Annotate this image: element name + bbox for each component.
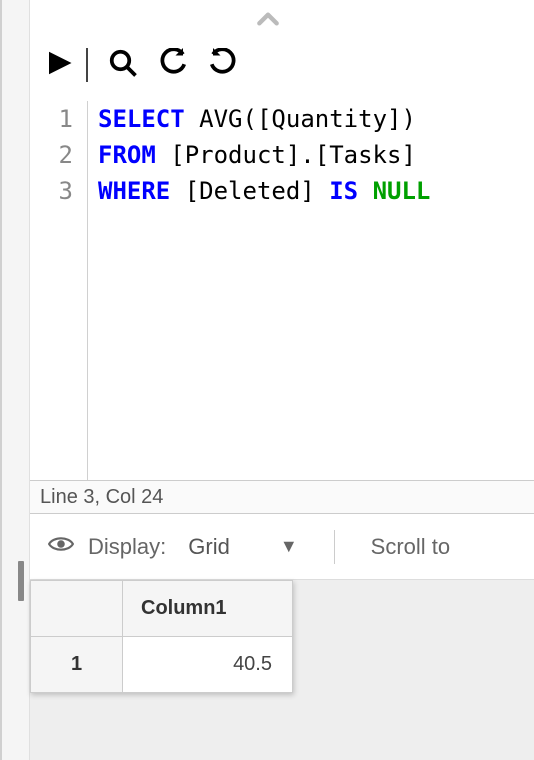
grid-corner — [31, 581, 123, 637]
undo-button[interactable] — [158, 48, 188, 83]
row-header: 1 — [31, 637, 123, 693]
results-toolbar: Display: Grid ▼ Scroll to — [30, 514, 534, 580]
eye-icon — [48, 534, 74, 560]
chevron-down-icon[interactable]: ▼ — [280, 536, 298, 557]
line-number-gutter: 123 — [30, 101, 88, 480]
main-panel: 123 SELECT AVG([Quantity])FROM [Product]… — [30, 0, 534, 760]
results-grid-area: Column1 1 40.5 — [30, 580, 534, 760]
toolbar-separator — [86, 48, 88, 82]
display-mode-select[interactable]: Grid — [188, 534, 230, 560]
line-number: 3 — [30, 173, 73, 209]
table-row[interactable]: 1 40.5 — [31, 637, 293, 693]
cursor-position: Line 3, Col 24 — [40, 486, 163, 509]
resize-handle[interactable] — [18, 561, 24, 601]
code-area[interactable]: SELECT AVG([Quantity])FROM [Product].[Ta… — [88, 101, 430, 480]
column-header[interactable]: Column1 — [123, 581, 293, 637]
scroll-to-button[interactable]: Scroll to — [371, 534, 450, 560]
find-button[interactable] — [108, 48, 138, 83]
editor-toolbar — [30, 36, 534, 94]
display-mode-value: Grid — [188, 534, 230, 559]
toolbar-separator — [334, 530, 335, 564]
status-bar: Line 3, Col 24 — [30, 480, 534, 514]
run-button[interactable] — [44, 48, 74, 83]
results-grid[interactable]: Column1 1 40.5 — [30, 580, 293, 693]
redo-button[interactable] — [208, 48, 238, 83]
sql-editor[interactable]: 123 SELECT AVG([Quantity])FROM [Product]… — [30, 94, 534, 480]
code-line[interactable]: WHERE [Deleted] IS NULL — [98, 173, 430, 209]
redo-icon — [208, 48, 238, 83]
line-number: 1 — [30, 101, 73, 137]
undo-icon — [158, 48, 188, 83]
grid-cell[interactable]: 40.5 — [123, 637, 293, 693]
display-label: Display: — [88, 534, 166, 560]
search-icon — [108, 48, 138, 83]
code-line[interactable]: SELECT AVG([Quantity]) — [98, 101, 430, 137]
left-gutter — [2, 0, 30, 760]
app-root: 123 SELECT AVG([Quantity])FROM [Product]… — [0, 0, 534, 760]
code-line[interactable]: FROM [Product].[Tasks] — [98, 137, 430, 173]
line-number: 2 — [30, 137, 73, 173]
play-icon — [44, 48, 74, 83]
